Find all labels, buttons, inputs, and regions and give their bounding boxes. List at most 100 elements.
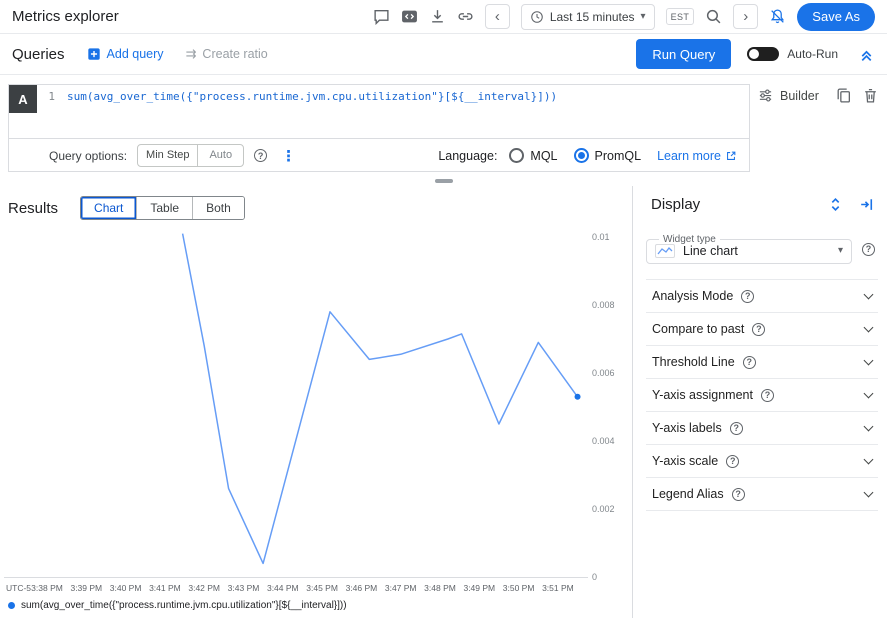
min-step-input[interactable]: Auto — [198, 145, 243, 166]
link-icon[interactable] — [457, 8, 474, 25]
line-number: 1 — [37, 90, 67, 138]
section-compare-to-past[interactable]: Compare to past ? — [646, 313, 878, 346]
widget-type-row: Widget type Line chart ▾ ? — [646, 234, 875, 264]
merge-arrows-icon: ⇉ — [186, 46, 197, 62]
help-icon[interactable]: ? — [732, 488, 745, 501]
help-icon[interactable]: ? — [761, 389, 774, 402]
tab-chart[interactable]: Chart — [81, 197, 136, 219]
chevron-right-icon: › — [743, 9, 748, 24]
min-step-control: Min Step Auto — [137, 144, 244, 167]
save-as-button[interactable]: Save As — [797, 3, 875, 31]
section-label: Analysis Mode — [652, 289, 733, 303]
section-legend-alias[interactable]: Legend Alias ? — [646, 478, 878, 511]
chevron-down-icon — [864, 289, 874, 299]
time-range-value: Last 15 minutes — [550, 10, 635, 24]
collapse-panel-icon[interactable] — [858, 196, 875, 213]
metrics-explorer-app: Metrics explorer ‹ Last 15 minutes ▾ — [0, 0, 887, 618]
x-axis-tick-label: 3:39 PM — [65, 583, 107, 593]
help-icon[interactable]: ? — [862, 243, 875, 256]
x-axis-tick-label: 3:42 PM — [183, 583, 225, 593]
time-forward-button[interactable]: › — [733, 4, 758, 29]
auto-run-label: Auto-Run — [787, 47, 838, 61]
create-ratio-button[interactable]: ⇉ Create ratio — [186, 46, 268, 62]
x-axis-tick-label: 3:43 PM — [223, 583, 265, 593]
x-axis-tick-label: 3:44 PM — [262, 583, 304, 593]
page-title: Metrics explorer — [12, 8, 119, 25]
results-header: Results Chart Table Both — [8, 196, 245, 220]
top-bar: Metrics explorer ‹ Last 15 minutes ▾ — [0, 0, 887, 34]
section-y-axis-labels[interactable]: Y-axis labels ? — [646, 412, 878, 445]
legend-series-label: sum(avg_over_time({"process.runtime.jvm.… — [21, 600, 347, 611]
query-letter-chip[interactable]: A — [9, 85, 37, 113]
help-icon[interactable]: ? — [741, 290, 754, 303]
add-query-button[interactable]: Add query — [87, 47, 164, 61]
alerts-off-icon[interactable] — [769, 8, 786, 25]
code-view-icon[interactable] — [401, 8, 418, 25]
time-range-dropdown[interactable]: Last 15 minutes ▾ — [521, 4, 655, 30]
learn-more-link[interactable]: Learn more — [657, 149, 737, 163]
display-title: Display — [651, 196, 700, 213]
section-y-axis-scale[interactable]: Y-axis scale ? — [646, 445, 878, 478]
query-code-editor[interactable]: 1 sum(avg_over_time({"process.runtime.jv… — [37, 85, 749, 138]
legend-dot-icon — [8, 602, 15, 609]
section-threshold-line[interactable]: Threshold Line ? — [646, 346, 878, 379]
language-option-mql[interactable]: MQL — [509, 148, 557, 163]
results-tab-group: Chart Table Both — [80, 196, 245, 220]
section-y-axis-assignment[interactable]: Y-axis assignment ? — [646, 379, 878, 412]
chevron-down-icon — [864, 355, 874, 365]
section-label: Y-axis assignment — [652, 388, 753, 402]
chevron-down-icon — [864, 421, 874, 431]
help-icon[interactable]: ? — [743, 356, 756, 369]
add-query-label: Add query — [107, 47, 164, 61]
x-axis-tick-label: 3:46 PM — [340, 583, 382, 593]
section-label: Compare to past — [652, 322, 744, 336]
chart-legend-item[interactable]: sum(avg_over_time({"process.runtime.jvm.… — [8, 600, 347, 611]
tab-both[interactable]: Both — [192, 197, 244, 219]
help-icon[interactable]: ? — [752, 323, 765, 336]
radio-selected-icon — [574, 148, 589, 163]
resize-drag-handle[interactable] — [435, 179, 453, 183]
tab-table[interactable]: Table — [136, 197, 192, 219]
chevron-down-icon — [864, 388, 874, 398]
results-area: Results Chart Table Both 00.0020.0040.00… — [0, 186, 632, 618]
timezone-badge[interactable]: EST — [666, 8, 695, 25]
collapse-section-icon[interactable] — [858, 46, 875, 63]
help-icon[interactable]: ? — [254, 149, 267, 162]
caret-down-icon: ▾ — [838, 245, 843, 256]
more-options-icon[interactable]: ⋮ — [277, 147, 300, 165]
run-query-button[interactable]: Run Query — [636, 39, 731, 69]
queries-bar-right: Run Query Auto-Run — [636, 39, 875, 69]
search-icon[interactable] — [705, 8, 722, 25]
queries-title: Queries — [12, 46, 65, 63]
query-options-row: Query options: Min Step Auto ? ⋮ Languag… — [9, 138, 749, 172]
auto-run-toggle[interactable] — [747, 47, 779, 61]
caret-down-icon: ▾ — [641, 11, 646, 22]
help-icon[interactable]: ? — [730, 422, 743, 435]
download-icon[interactable] — [429, 8, 446, 25]
builder-toggle[interactable]: Builder — [758, 88, 819, 103]
editor-side-toolbar: Builder — [758, 87, 879, 104]
time-back-button[interactable]: ‹ — [485, 4, 510, 29]
unfold-more-icon[interactable] — [827, 196, 844, 213]
main-area: Results Chart Table Both 00.0020.0040.00… — [0, 186, 887, 618]
chevron-left-icon: ‹ — [495, 9, 500, 24]
editor-side-icons — [835, 87, 879, 104]
section-label: Threshold Line — [652, 355, 735, 369]
add-box-icon — [87, 47, 101, 61]
svg-text:0.008: 0.008 — [592, 300, 615, 310]
help-icon[interactable]: ? — [726, 455, 739, 468]
svg-text:0.002: 0.002 — [592, 504, 615, 514]
x-axis-tick-label: 3:51 PM — [537, 583, 579, 593]
queries-bar: Queries Add query ⇉ Create ratio Run Que… — [0, 34, 887, 75]
radio-unselected-icon — [509, 148, 524, 163]
section-analysis-mode[interactable]: Analysis Mode ? — [646, 280, 878, 313]
language-option-promql[interactable]: PromQL — [574, 148, 642, 163]
widget-type-select[interactable]: Widget type Line chart ▾ — [646, 234, 852, 264]
delete-icon[interactable] — [862, 87, 879, 104]
svg-text:0.01: 0.01 — [592, 232, 610, 242]
promql-label: PromQL — [595, 149, 642, 163]
x-axis-tick-label: 3:49 PM — [458, 583, 500, 593]
feedback-icon[interactable] — [373, 8, 390, 25]
results-chart-svg[interactable]: 00.0020.0040.0060.0080.01 — [2, 232, 624, 588]
copy-icon[interactable] — [835, 87, 852, 104]
